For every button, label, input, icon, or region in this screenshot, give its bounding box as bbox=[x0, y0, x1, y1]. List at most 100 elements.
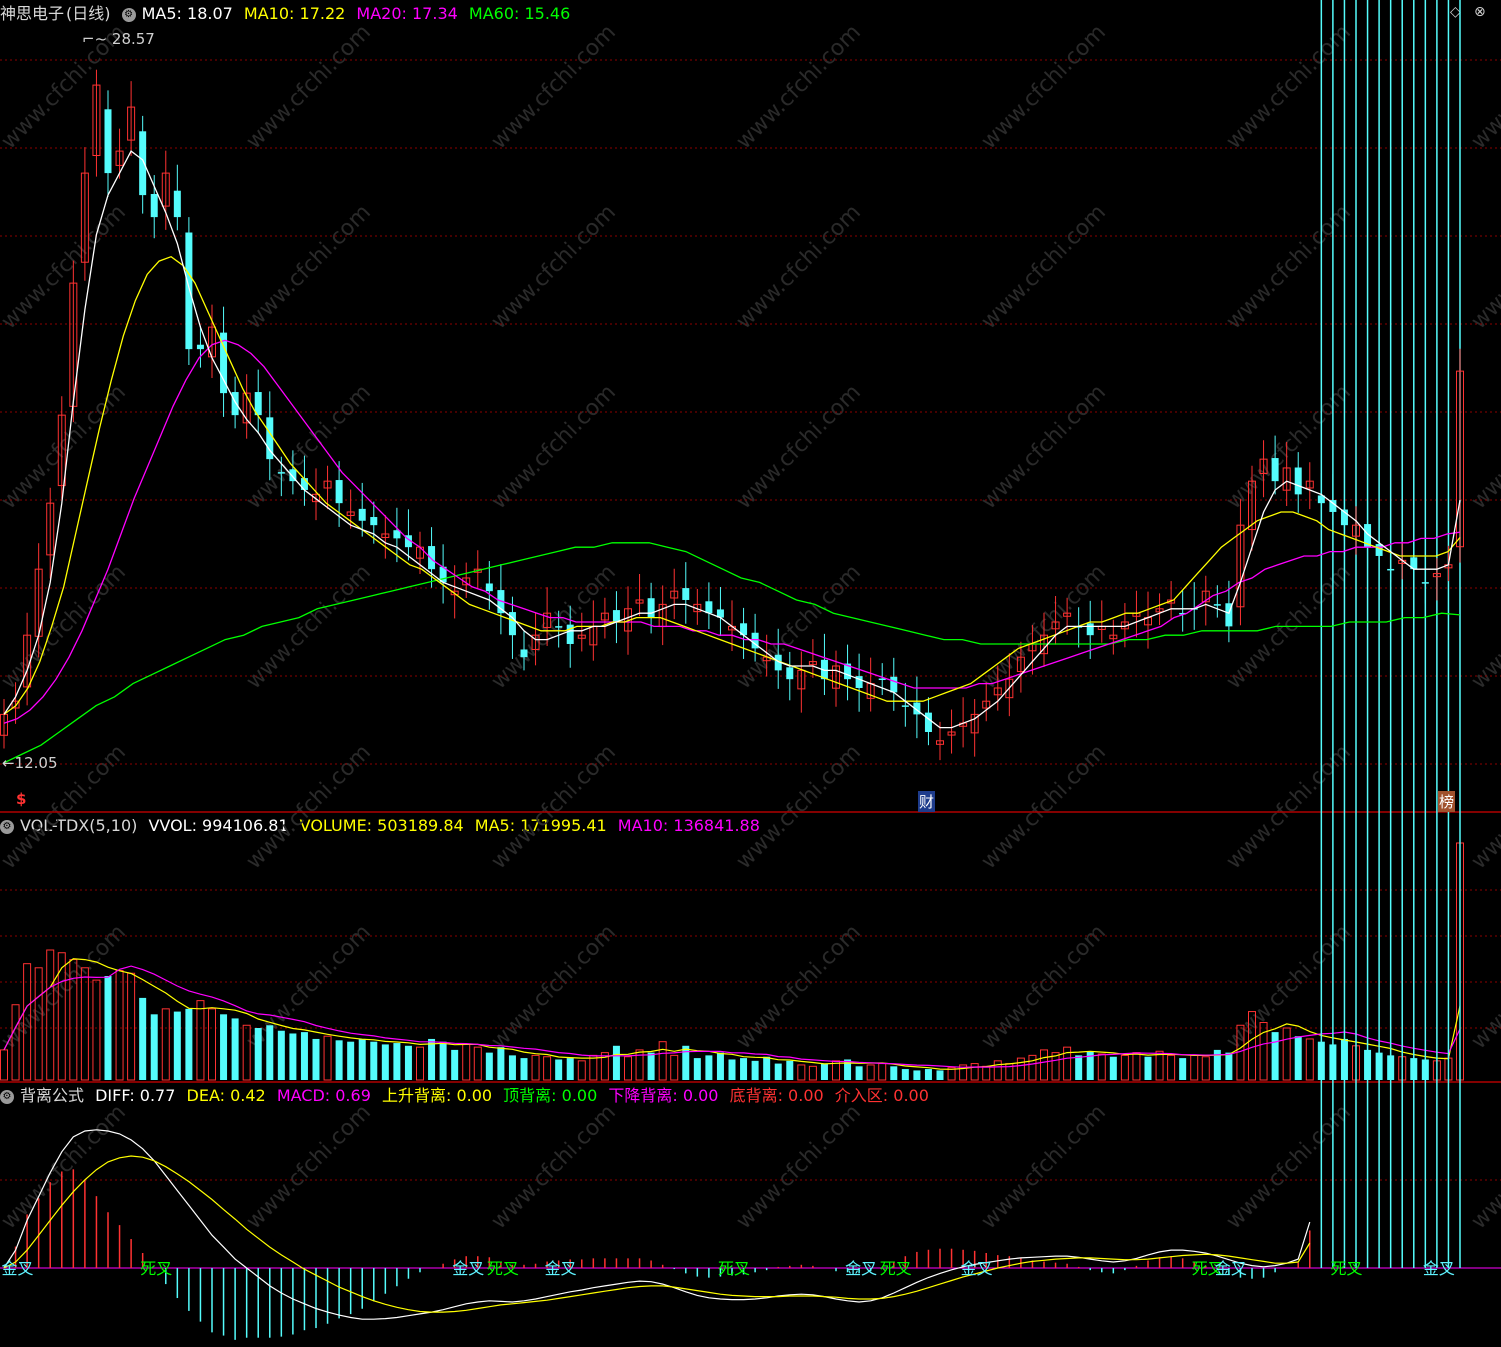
volume-bar bbox=[393, 1043, 401, 1080]
volume-bar bbox=[1305, 1038, 1314, 1081]
watermark-text: www.cfchi.com bbox=[1467, 1100, 1501, 1234]
watermark-text: www.cfchi.com bbox=[1222, 20, 1356, 154]
stock-chart[interactable]: www.cfchi.com www.cfchi.com www.cfchi.com w… bbox=[0, 0, 1501, 1347]
signal-label: 金叉 bbox=[1423, 1259, 1455, 1278]
watermark-text: www.cfchi.com bbox=[1222, 200, 1356, 334]
watermark-text: www.cfchi.com bbox=[977, 740, 1111, 874]
signal-label: 死叉 bbox=[1330, 1259, 1362, 1278]
candle-body bbox=[485, 583, 493, 592]
candle-body bbox=[277, 472, 285, 474]
watermark-text: www.cfchi.com bbox=[732, 920, 866, 1054]
watermark-text: www.cfchi.com bbox=[487, 380, 621, 514]
volume-bar bbox=[485, 1052, 493, 1080]
volume-bar bbox=[231, 1018, 239, 1080]
bang-marker[interactable]: 榜 bbox=[1438, 791, 1456, 812]
volume-bar bbox=[1040, 1049, 1048, 1081]
volume-bar bbox=[428, 1038, 436, 1080]
volume-bar bbox=[1097, 1053, 1106, 1081]
signal-label: 金叉 bbox=[1215, 1259, 1247, 1278]
watermark-text: www.cfchi.com bbox=[487, 20, 621, 154]
volume-bar bbox=[982, 1065, 991, 1081]
volume-bar bbox=[1028, 1054, 1037, 1081]
watermark-text: www.cfchi.com bbox=[1467, 200, 1501, 334]
volume-bar bbox=[370, 1041, 378, 1080]
volume-bar bbox=[936, 1070, 944, 1080]
volume-bar bbox=[462, 1043, 471, 1081]
volume-bar bbox=[139, 997, 147, 1080]
volume-bar bbox=[520, 1058, 528, 1080]
candle-body bbox=[231, 392, 239, 416]
low-price-label: ←12.05 bbox=[2, 754, 58, 772]
watermark-text: www.cfchi.com bbox=[977, 380, 1111, 514]
volume-bar bbox=[1294, 1036, 1302, 1080]
volume-bar bbox=[635, 1049, 644, 1081]
watermark-text: www.cfchi.com bbox=[732, 20, 866, 154]
volume-bar bbox=[150, 1014, 158, 1080]
watermark-text: www.cfchi.com bbox=[1467, 920, 1501, 1054]
volume-bar bbox=[1109, 1056, 1117, 1080]
cai-marker[interactable]: 财 bbox=[918, 791, 936, 812]
volume-bar bbox=[335, 1040, 343, 1080]
watermark-text: www.cfchi.com bbox=[1222, 740, 1356, 874]
volume-bar bbox=[92, 979, 101, 1081]
volume-bar bbox=[901, 1069, 909, 1080]
watermark-text: www.cfchi.com bbox=[1222, 1100, 1356, 1234]
volume-bar bbox=[1016, 1057, 1025, 1081]
watermark-text: www.cfchi.com bbox=[0, 1100, 131, 1234]
candle-body bbox=[1213, 604, 1221, 606]
volume-bar bbox=[1132, 1052, 1141, 1081]
candle-body bbox=[682, 588, 690, 600]
candle-body bbox=[196, 344, 204, 350]
volume-bar bbox=[612, 1045, 620, 1080]
watermark-text: www.cfchi.com bbox=[487, 920, 621, 1054]
signal-label: 金叉 bbox=[452, 1259, 484, 1278]
volume-bar bbox=[658, 1041, 667, 1081]
volume-bar bbox=[566, 1058, 574, 1080]
volume-bar bbox=[693, 1058, 701, 1080]
candle-body bbox=[890, 676, 898, 693]
volume-bar bbox=[1155, 1050, 1164, 1081]
watermark-text: www.cfchi.com bbox=[487, 560, 621, 694]
volume-bar bbox=[497, 1047, 505, 1080]
signal-label: 死叉 bbox=[880, 1259, 912, 1278]
dollar-marker[interactable]: $ bbox=[16, 790, 26, 808]
candle-body bbox=[901, 705, 909, 707]
watermark-text: www.cfchi.com bbox=[487, 200, 621, 334]
watermark-text: www.cfchi.com bbox=[1222, 380, 1356, 514]
volume-bar bbox=[543, 1056, 552, 1081]
candle-body bbox=[370, 517, 378, 526]
candle-body bbox=[555, 626, 563, 628]
volume-bar bbox=[970, 1063, 979, 1081]
watermark-text: www.cfchi.com bbox=[1467, 740, 1501, 874]
watermark-text: www.cfchi.com bbox=[732, 1100, 866, 1234]
volume-bar bbox=[913, 1070, 921, 1080]
volume-bar bbox=[300, 1032, 308, 1080]
volume-bar bbox=[185, 1008, 193, 1080]
watermark-text: www.cfchi.com bbox=[732, 200, 866, 334]
volume-bar bbox=[1190, 1054, 1199, 1081]
volume-bar bbox=[866, 1064, 875, 1081]
watermark-text: www.cfchi.com bbox=[732, 740, 866, 874]
volume-bar bbox=[740, 1058, 748, 1080]
signal-label: 死叉 bbox=[487, 1259, 519, 1278]
watermark-text: www.cfchi.com bbox=[732, 380, 866, 514]
volume-bar bbox=[1120, 1054, 1129, 1081]
ma60-line bbox=[3, 542, 1461, 764]
volume-bar bbox=[1282, 1027, 1291, 1081]
volume-bar bbox=[1167, 1054, 1176, 1081]
volume-bar bbox=[266, 1025, 274, 1080]
volume-bar bbox=[531, 1054, 540, 1081]
volume-bar bbox=[797, 1064, 806, 1081]
volume-bar bbox=[347, 1041, 355, 1080]
volume-bar bbox=[670, 1054, 679, 1081]
volume-bar bbox=[878, 1063, 887, 1081]
volume-bar bbox=[104, 976, 112, 1080]
volume-bar bbox=[508, 1055, 516, 1080]
candle-body bbox=[104, 109, 112, 174]
watermark-text: www.cfchi.com bbox=[1467, 380, 1501, 514]
volume-bar bbox=[728, 1059, 736, 1080]
volume-bar bbox=[473, 1046, 482, 1081]
volume-bar bbox=[774, 1063, 782, 1080]
candle-body bbox=[520, 649, 528, 658]
candle-body bbox=[428, 546, 436, 570]
